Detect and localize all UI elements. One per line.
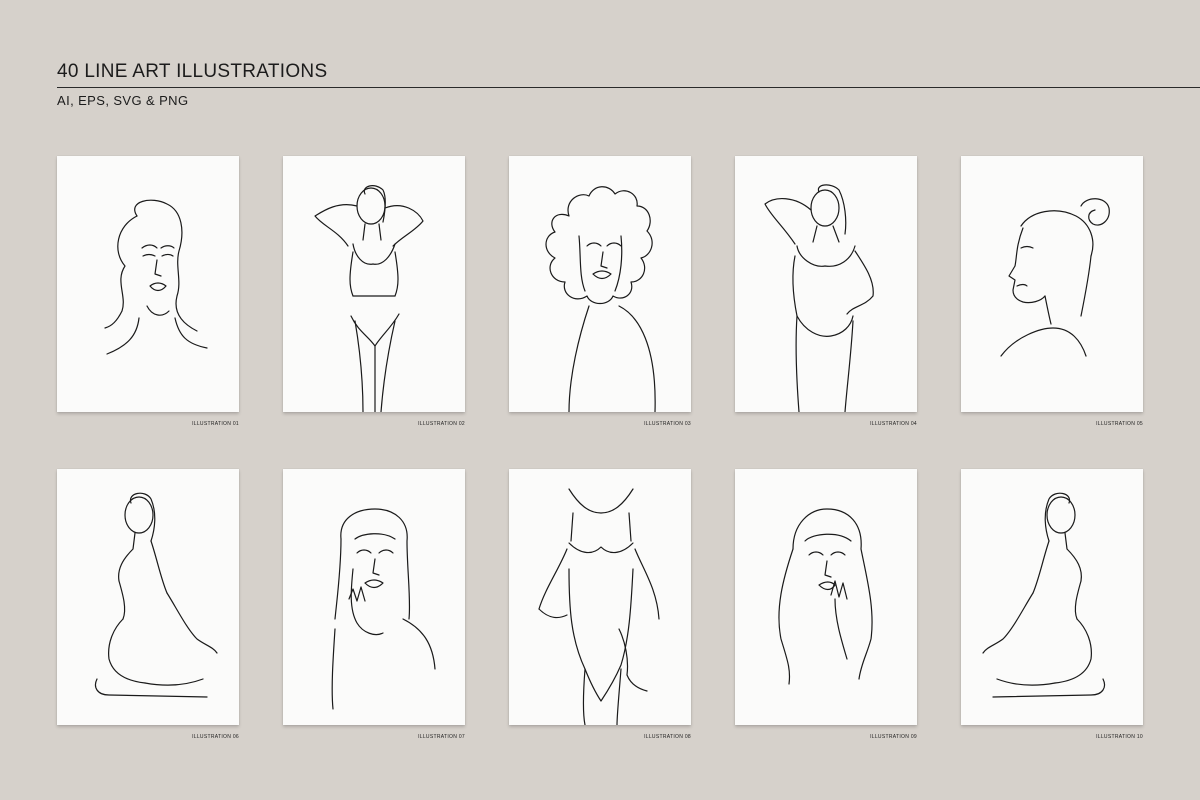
illustration-card-10[interactable]: [961, 469, 1143, 725]
kneeling-back-view-icon: [94, 492, 218, 698]
standing-arms-up-icon: [314, 185, 424, 412]
torso-bodysuit-icon: [538, 488, 660, 725]
long-hair-hand-on-lip-icon: [778, 508, 873, 685]
illustration-card-01[interactable]: [57, 156, 239, 412]
portrait-wavy-hair-icon: [104, 199, 208, 355]
illustration-label: ILLUSTRATION 01: [192, 421, 239, 427]
curly-hair-portrait-icon: [545, 186, 656, 412]
illustration-label: ILLUSTRATION 03: [644, 421, 691, 427]
illustration-label: ILLUSTRATION 05: [1096, 421, 1143, 427]
illustration-label: ILLUSTRATION 10: [1096, 734, 1143, 740]
illustration-label: ILLUSTRATION 04: [870, 421, 917, 427]
portrait-hand-on-chin-icon: [331, 508, 436, 710]
illustration-card-09[interactable]: [735, 469, 917, 725]
illustration-label: ILLUSTRATION 08: [644, 734, 691, 740]
kneeling-back-view-mirrored-icon: [982, 492, 1106, 698]
header-divider: [57, 87, 1200, 88]
page-title: 40 LINE ART ILLUSTRATIONS: [57, 61, 328, 82]
illustration-card-08[interactable]: [509, 469, 691, 725]
header: 40 LINE ART ILLUSTRATIONS AI, EPS, SVG &…: [57, 60, 1200, 108]
illustration-label: ILLUSTRATION 07: [418, 734, 465, 740]
illustration-label: ILLUSTRATION 02: [418, 421, 465, 427]
standing-hand-on-hip-icon: [764, 184, 874, 412]
illustration-card-04[interactable]: [735, 156, 917, 412]
illustration-label: ILLUSTRATION 09: [870, 734, 917, 740]
illustration-card-07[interactable]: [283, 469, 465, 725]
formats-subtitle: AI, EPS, SVG & PNG: [57, 93, 189, 108]
illustration-card-06[interactable]: [57, 469, 239, 725]
illustration-card-02[interactable]: [283, 156, 465, 412]
illustration-card-05[interactable]: [961, 156, 1143, 412]
profile-hair-bun-icon: [1000, 198, 1110, 357]
illustration-label: ILLUSTRATION 06: [192, 734, 239, 740]
illustration-card-03[interactable]: [509, 156, 691, 412]
